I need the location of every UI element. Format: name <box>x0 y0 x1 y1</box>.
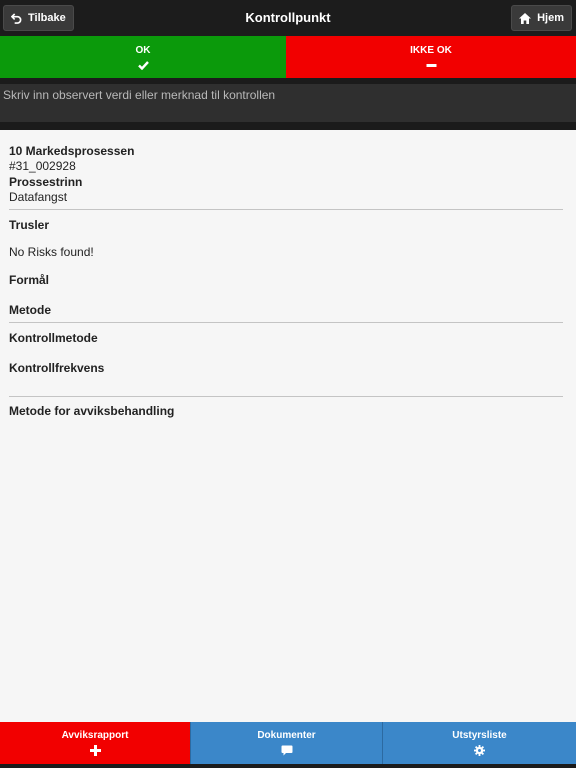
control-frequency-heading: Kontrollfrekvens <box>9 361 105 375</box>
home-icon <box>519 12 532 24</box>
gear-icon <box>474 745 485 756</box>
process-id: #31_002928 <box>9 159 76 173</box>
tab-equipment-list-label: Utstyrsliste <box>452 730 507 741</box>
threats-value: No Risks found! <box>9 245 94 259</box>
divider <box>9 209 563 210</box>
checkmark-icon <box>137 60 149 70</box>
home-button[interactable]: Hjem <box>511 5 572 31</box>
bottom-edge <box>0 764 576 768</box>
ok-button-label: OK <box>135 44 151 56</box>
back-arrow-icon <box>11 12 22 24</box>
process-name: 10 Markedsprosessen <box>9 144 135 158</box>
back-button[interactable]: Tilbake <box>3 5 74 31</box>
minus-icon <box>426 61 437 70</box>
step-value: Datafangst <box>9 190 68 204</box>
tab-documents-label: Dokumenter <box>257 730 316 741</box>
ok-button[interactable]: OK <box>0 36 286 78</box>
method-heading: Metode <box>9 303 51 317</box>
plus-icon <box>89 745 101 756</box>
purpose-heading: Formål <box>9 273 50 287</box>
tab-equipment-list[interactable]: Utstyrsliste <box>382 722 576 764</box>
observation-input[interactable] <box>0 84 576 122</box>
tab-documents[interactable]: Dokumenter <box>190 722 382 764</box>
not-ok-button-label: IKKE OK <box>410 44 452 56</box>
note-area <box>0 78 576 130</box>
top-bar: Kontrollpunkt Tilbake Hjem <box>0 0 576 36</box>
tab-deviation-report-label: Avviksrapport <box>61 730 129 741</box>
status-buttons: OK IKKE OK <box>0 36 576 78</box>
control-method-heading: Kontrollmetode <box>9 331 98 345</box>
deviation-method-heading: Metode for avviksbehandling <box>9 404 175 418</box>
divider <box>9 396 563 397</box>
control-point-details: 10 Markedsprosessen #31_002928 Prossestr… <box>0 130 576 722</box>
page-title: Kontrollpunkt <box>245 10 331 25</box>
home-button-label: Hjem <box>537 12 564 24</box>
back-button-label: Tilbake <box>28 12 66 24</box>
step-heading: Prossestrinn <box>9 175 83 189</box>
tab-deviation-report[interactable]: Avviksrapport <box>0 722 190 764</box>
not-ok-button[interactable]: IKKE OK <box>286 36 576 78</box>
threats-heading: Trusler <box>9 218 50 232</box>
divider <box>9 322 563 323</box>
bottom-tab-bar: Avviksrapport Dokumenter Utstyrsliste <box>0 722 576 764</box>
speech-bubble-icon <box>281 745 293 756</box>
